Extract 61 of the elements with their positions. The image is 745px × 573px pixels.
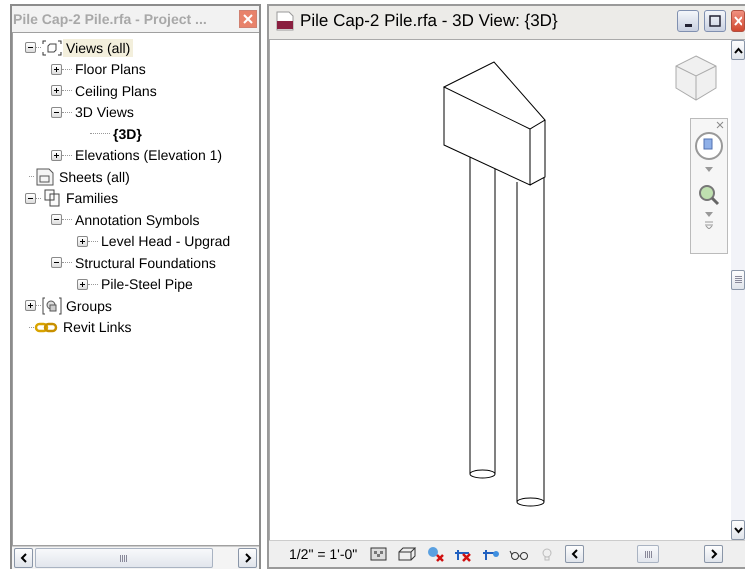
minimize-button[interactable] [677, 10, 699, 32]
caret-icon[interactable] [705, 212, 713, 217]
groups-icon [41, 296, 63, 315]
tree-item[interactable]: Views (all) [63, 38, 134, 57]
minimize-icon [684, 24, 692, 26]
tree-item[interactable]: Groups [63, 296, 115, 315]
window-title: Pile Cap-2 Pile.rfa - 3D View: {3D} [300, 11, 559, 31]
collapse-icon[interactable] [51, 257, 62, 268]
box-icon[interactable] [397, 546, 418, 562]
tree-item[interactable]: Floor Plans [72, 60, 149, 78]
steering-wheel-icon[interactable] [694, 131, 724, 161]
scroll-thumb-grip-icon [644, 550, 652, 558]
tree-item[interactable]: Pile-Steel Pipe [98, 275, 196, 294]
tree-item[interactable]: Revit Links [60, 318, 134, 336]
caret-icon[interactable] [705, 167, 713, 172]
tree-item[interactable]: Ceiling Plans [72, 82, 160, 100]
close-icon [243, 14, 253, 24]
tree-item[interactable]: Families [63, 189, 122, 208]
close-button[interactable] [731, 10, 745, 32]
expand-icon[interactable] [77, 278, 88, 290]
collapse-icon[interactable] [25, 42, 36, 54]
expand-icon[interactable] [51, 85, 62, 96]
collapse-icon[interactable] [51, 106, 62, 118]
tree-item[interactable]: 3D Views [72, 103, 137, 122]
close-icon [734, 16, 742, 26]
file-icon [275, 11, 295, 31]
tree-item[interactable]: Structural Foundations [72, 254, 219, 272]
sun-off-icon[interactable] [425, 546, 446, 562]
expand-icon[interactable] [77, 236, 88, 247]
scroll-right-button[interactable] [238, 548, 257, 568]
scroll-up-button[interactable] [731, 40, 745, 60]
collapse-icon[interactable] [25, 192, 36, 204]
views-icon [41, 38, 63, 57]
tree-item[interactable]: Annotation Symbols [72, 210, 203, 229]
scroll-thumb-grip-icon [120, 554, 128, 562]
expand-icon[interactable] [51, 150, 62, 161]
sheet-icon [34, 168, 56, 186]
maximize-icon [709, 15, 721, 27]
scroll-left-button[interactable] [14, 548, 33, 568]
tree-item[interactable]: {3D} [110, 124, 145, 143]
scroll-right-button[interactable] [704, 545, 723, 563]
scroll-thumb-grip-icon [734, 276, 742, 284]
scroll-down-button[interactable] [731, 520, 745, 540]
maximize-button[interactable] [704, 10, 726, 32]
expand-icon[interactable] [51, 64, 62, 75]
panel-title: Pile Cap-2 Pile.rfa - Project ... [13, 11, 207, 27]
scroll-left-button[interactable] [565, 545, 584, 563]
detail-level-icon[interactable] [369, 546, 390, 562]
expand-icon[interactable] [25, 300, 36, 312]
scroll-thumb[interactable] [637, 545, 660, 563]
zoom-icon[interactable] [698, 184, 720, 206]
tree-item[interactable]: Elevations (Elevation 1) [72, 146, 226, 164]
collapse-icon[interactable] [51, 214, 62, 226]
view-scale[interactable]: 1/2" = 1'-0" [289, 546, 358, 562]
tree-item[interactable]: Sheets (all) [56, 168, 133, 186]
close-icon[interactable] [716, 121, 724, 129]
close-button[interactable] [239, 10, 257, 28]
scroll-thumb[interactable] [35, 548, 213, 568]
menu-icon[interactable] [705, 221, 713, 229]
tree-item[interactable]: Level Head - Upgrad [98, 232, 234, 250]
scroll-thumb[interactable] [731, 270, 745, 290]
